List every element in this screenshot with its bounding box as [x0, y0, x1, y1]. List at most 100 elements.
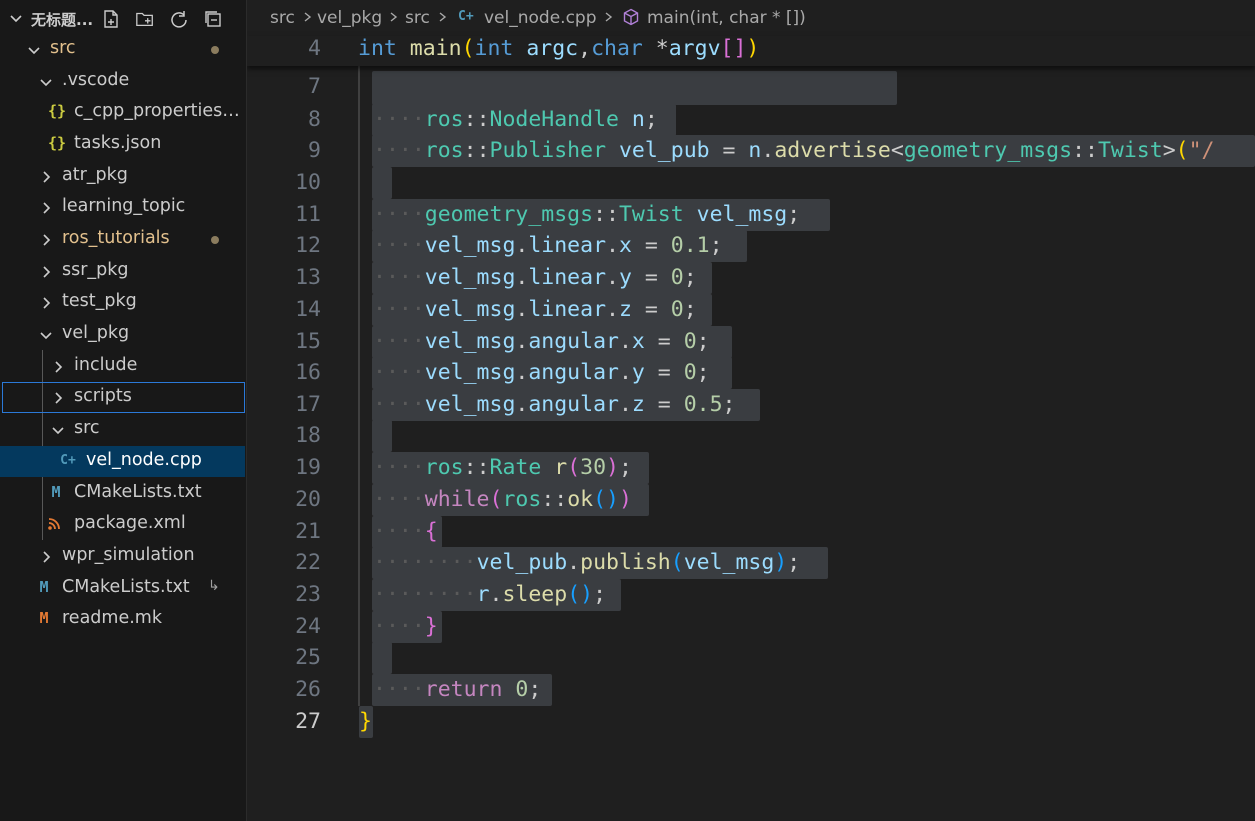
line-code: ····vel_msg.linear.z = 0; — [373, 297, 697, 322]
tree-item-label: learning_topic — [62, 196, 186, 216]
tree-folder-wpr-simulation[interactable]: wpr_simulation — [0, 541, 245, 572]
code-line[interactable]: 23 ········r.sleep(); — [247, 579, 1255, 611]
refresh-icon[interactable] — [169, 9, 189, 29]
code-line[interactable]: 26 ····return 0; — [247, 674, 1255, 706]
tree-item-label: src — [74, 418, 100, 438]
tree-item-label: ros_tutorials — [62, 228, 170, 248]
code-line[interactable]: 8 ····ros::NodeHandle n; — [247, 104, 1255, 136]
code-line[interactable]: 15 ····vel_msg.angular.x = 0; — [247, 326, 1255, 358]
line-code: ····vel_msg.angular.x = 0; — [373, 329, 710, 354]
tree-folder-atr-pkg[interactable]: atr_pkg — [0, 161, 245, 192]
chevron-right-icon — [43, 171, 51, 183]
code-line[interactable]: 17 ····vel_msg.angular.z = 0.5; — [247, 389, 1255, 421]
code-line: 4 int main(int argc,char *argv[]) — [247, 33, 1255, 65]
line-code: ····ros::Rate r(30); — [373, 455, 632, 480]
method-cube-icon — [623, 8, 639, 26]
code-line[interactable]: 24 ····} — [247, 611, 1255, 643]
cpp-file-icon: C+ — [60, 453, 76, 468]
line-number: 21 — [295, 519, 321, 544]
tree-file-c-cpp-properties[interactable]: {} c_cpp_properties.... — [0, 97, 245, 128]
tree-file-readme[interactable]: M readme.mk — [0, 604, 245, 635]
workspace-title[interactable]: 无标题... — [31, 9, 93, 30]
tree-item-label: vel_pkg — [62, 323, 130, 343]
tree-item-label: CMakeLists.txt — [74, 482, 202, 502]
chevron-down-icon — [28, 47, 40, 55]
modified-dot-icon — [211, 236, 219, 244]
code-line[interactable]: 19 ····ros::Rate r(30); — [247, 452, 1255, 484]
code-line[interactable]: 21 ····{ — [247, 516, 1255, 548]
code-line[interactable]: 27 } — [247, 706, 1255, 738]
tree-file-tasks-json[interactable]: {} tasks.json — [0, 129, 245, 160]
line-number: 9 — [308, 138, 321, 163]
code-line[interactable]: 11 ····geometry_msgs::Twist vel_msg; — [247, 199, 1255, 231]
tree-item-label: test_pkg — [62, 291, 137, 311]
chevron-down-icon[interactable] — [8, 10, 24, 26]
tree-folder-scripts[interactable]: scripts — [2, 382, 245, 413]
code-line[interactable]: 10 — [247, 167, 1255, 199]
collapse-all-icon[interactable] — [203, 9, 223, 29]
tree-file-vel-node-cpp[interactable]: C+ vel_node.cpp — [0, 446, 245, 477]
sticky-scroll-header[interactable]: 4 int main(int argc,char *argv[]) — [247, 36, 1255, 66]
new-folder-icon[interactable] — [135, 9, 155, 29]
code-line[interactable]: 9 ····ros::Publisher vel_pub = n.adverti… — [247, 135, 1255, 167]
new-file-icon[interactable] — [101, 9, 121, 29]
tree-folder-test-pkg[interactable]: test_pkg — [0, 287, 245, 318]
chevron-right-icon — [390, 12, 398, 22]
line-code: ····while(ros::ok()) — [373, 487, 632, 512]
cpp-file-icon: C+ — [458, 9, 474, 24]
modified-dot-icon — [211, 46, 219, 54]
breadcrumb-item[interactable]: vel_node.cpp — [484, 8, 597, 28]
line-code: ····ros::Publisher vel_pub = n.advertise… — [373, 138, 1215, 163]
line-code: int main(int argc,char *argv[]) — [358, 36, 760, 61]
tree-folder-src[interactable]: src — [0, 34, 245, 65]
tree-folder-include[interactable]: include — [0, 351, 245, 382]
tree-file-root-cmakelists[interactable]: M CMakeLists.txt ↳ — [0, 573, 245, 604]
tree-item-label: scripts — [74, 386, 132, 406]
explorer-sidebar: 无标题... src .vscode {} c_cpp_properties..… — [0, 0, 247, 821]
code-editor[interactable]: src vel_pkg src C+ vel_node.cpp main(int… — [247, 0, 1255, 821]
breadcrumb-item[interactable]: src — [405, 8, 430, 28]
tree-item-label: tasks.json — [74, 133, 162, 153]
line-number: 16 — [295, 360, 321, 385]
explorer-header: 无标题... — [0, 2, 246, 34]
tree-item-label: readme.mk — [62, 608, 162, 628]
breadcrumb-item[interactable]: src — [270, 8, 295, 28]
code-line[interactable]: 13 ····vel_msg.linear.y = 0; — [247, 262, 1255, 294]
code-line[interactable]: 25 — [247, 642, 1255, 674]
line-code: ····{ — [373, 519, 438, 544]
line-code: ····vel_msg.linear.x = 0.1; — [373, 233, 723, 258]
tree-folder-vel-src[interactable]: src — [0, 414, 245, 445]
code-line[interactable]: 14 ····vel_msg.linear.z = 0; — [247, 294, 1255, 326]
line-number: 17 — [295, 392, 321, 417]
chevron-right-icon — [605, 12, 613, 22]
tree-file-vel-cmakelists[interactable]: M CMakeLists.txt — [0, 478, 245, 509]
code-line[interactable]: 22 ········vel_pub.publish(vel_msg); — [247, 547, 1255, 579]
tree-item-label: CMakeLists.txt — [62, 577, 190, 597]
tree-file-package-xml[interactable]: package.xml — [0, 509, 245, 540]
code-line[interactable]: 18 — [247, 420, 1255, 452]
line-code: ····vel_msg.angular.z = 0.5; — [373, 392, 736, 417]
code-line[interactable]: 20 ····while(ros::ok()) — [247, 484, 1255, 516]
rss-icon — [46, 517, 62, 533]
markdown-file-icon: M — [39, 609, 49, 627]
chevron-right-icon — [439, 12, 447, 22]
tree-folder-ssr-pkg[interactable]: ssr_pkg — [0, 256, 245, 287]
tree-folder-vscode[interactable]: .vscode — [0, 66, 245, 97]
line-code: } — [359, 709, 372, 734]
tree-folder-learning-topic[interactable]: learning_topic — [0, 192, 245, 223]
code-line[interactable]: 7 — [247, 71, 1255, 103]
line-code: ····vel_msg.linear.y = 0; — [373, 265, 697, 290]
line-number: 15 — [295, 329, 321, 354]
line-number: 27 — [295, 709, 321, 734]
breadcrumb-item[interactable]: main(int, char * []) — [647, 8, 806, 28]
chevron-right-icon — [55, 392, 63, 404]
line-number: 22 — [295, 550, 321, 575]
line-number: 10 — [295, 170, 321, 195]
code-line[interactable]: 16 ····vel_msg.angular.y = 0; — [247, 357, 1255, 389]
code-line[interactable]: 12 ····vel_msg.linear.x = 0.1; — [247, 230, 1255, 262]
tree-item-label: vel_node.cpp — [86, 450, 202, 470]
tree-folder-vel-pkg[interactable]: vel_pkg — [0, 319, 245, 350]
breadcrumb-item[interactable]: vel_pkg — [317, 8, 382, 28]
breadcrumb: src vel_pkg src C+ vel_node.cpp main(int… — [247, 0, 1255, 36]
tree-folder-ros-tutorials[interactable]: ros_tutorials — [0, 224, 245, 255]
